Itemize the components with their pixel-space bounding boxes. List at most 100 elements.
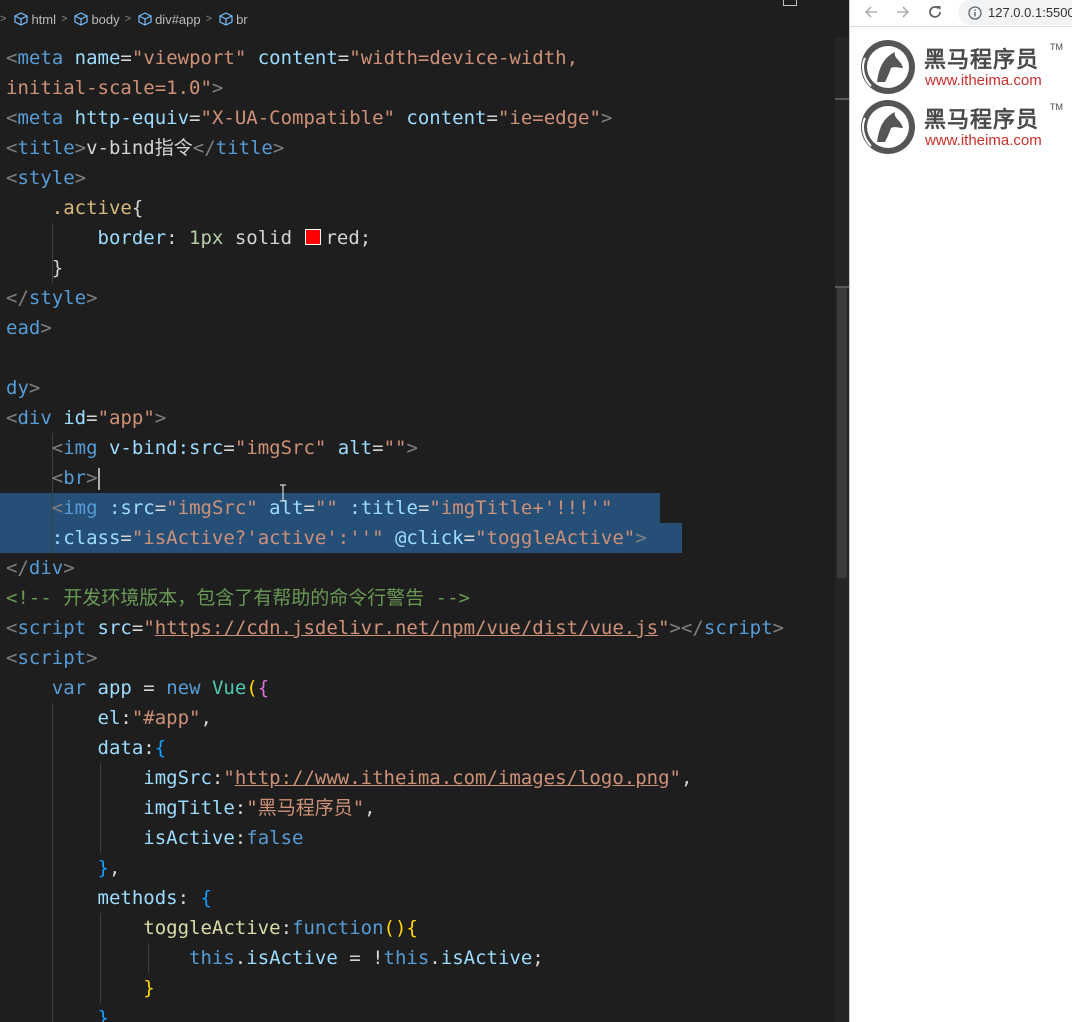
code-line[interactable]: initial-scale=1.0">	[0, 73, 835, 103]
code-line[interactable]: <img :src="imgSrc" alt="" :title="imgTit…	[0, 493, 835, 523]
code-editor[interactable]: > html > body > div#app > br <meta name=…	[0, 0, 849, 1022]
code-token: new	[166, 677, 212, 699]
address-bar[interactable]: 127.0.0.1:5500	[958, 0, 1072, 25]
code-token: >	[154, 407, 167, 429]
code-line-text: </div>	[0, 553, 75, 583]
code-token: >	[86, 647, 98, 669]
code-line[interactable]: </style>	[0, 283, 835, 313]
code-token: >	[28, 377, 41, 399]
symbol-cube-icon	[138, 12, 152, 26]
code-line[interactable]: var app = new Vue({	[0, 673, 835, 703]
logo-url-text: www.itheima.com	[925, 132, 1042, 149]
code-token: isActive	[246, 947, 338, 969]
code-line[interactable]: }	[0, 973, 835, 1003]
breadcrumb-item-br[interactable]: br	[219, 12, 248, 27]
vertical-scrollbar[interactable]	[835, 38, 849, 1022]
code-token: solid	[223, 227, 304, 249]
code-line[interactable]: <title>v-bind指令</title>	[0, 133, 835, 163]
code-token: meta	[17, 47, 75, 69]
code-line[interactable]: <script>	[0, 643, 835, 673]
code-token: }	[97, 1007, 109, 1022]
code-line[interactable]: }	[0, 1003, 835, 1022]
forward-arrow-icon[interactable]	[894, 3, 912, 21]
code-line[interactable]: <meta http-equiv="X-UA-Compatible" conte…	[0, 103, 835, 133]
code-line[interactable]: dy>	[0, 373, 835, 403]
code-line[interactable]: <div id="app">	[0, 403, 835, 433]
code-token: </	[192, 137, 216, 159]
back-arrow-icon[interactable]	[862, 3, 880, 21]
code-line[interactable]: },	[0, 853, 835, 883]
code-line[interactable]: :class="isActive?'active':''" @click="to…	[0, 523, 835, 553]
code-token: :class	[51, 527, 121, 549]
code-line[interactable]: <style>	[0, 163, 835, 193]
code-line[interactable]: imgTitle:"黑马程序员",	[0, 793, 835, 823]
code-line[interactable]: this.isActive = !this.isActive;	[0, 943, 835, 973]
code-line-text: <title>v-bind指令</title>	[0, 133, 284, 163]
code-token: id	[63, 407, 87, 429]
code-token: v-bind:src	[108, 437, 224, 459]
code-line[interactable]: data:{	[0, 733, 835, 763]
code-line[interactable]: methods: {	[0, 883, 835, 913]
color-swatch-icon[interactable]	[305, 229, 322, 245]
code-line[interactable]: <!-- 开发环境版本，包含了有帮助的命令行警告 -->	[0, 583, 835, 613]
code-line[interactable]: }	[0, 253, 835, 283]
code-line[interactable]: <img v-bind:src="imgSrc" alt="">	[0, 433, 835, 463]
split-editor-icon[interactable]	[783, 0, 797, 6]
code-line[interactable]: ead>	[0, 313, 835, 343]
code-line-text: <meta name="viewport" content="width=dev…	[0, 43, 578, 73]
symbol-cube-icon	[14, 12, 29, 26]
code-line[interactable]: <script src="https://cdn.jsdelivr.net/np…	[0, 613, 835, 643]
info-icon[interactable]	[968, 5, 982, 20]
code-line[interactable]: toggleActive:function(){	[0, 913, 835, 943]
itheima-logo-image-active[interactable]: 黑马程序员 TM www.itheima.com	[857, 98, 1063, 156]
code-line[interactable]: el:"#app",	[0, 703, 835, 733]
trademark-mark: TM	[1050, 102, 1063, 112]
code-line[interactable]: </div>	[0, 553, 835, 583]
code-token: <	[6, 617, 18, 639]
code-area[interactable]: <meta name="viewport" content="width=dev…	[0, 43, 835, 1022]
code-token: border	[97, 227, 167, 249]
code-token: "	[658, 617, 670, 639]
code-line-text: <div id="app">	[0, 403, 166, 433]
breadcrumb-item-html[interactable]: html	[14, 12, 56, 27]
code-token: >	[86, 467, 98, 489]
breadcrumb-item-body[interactable]: body	[74, 12, 120, 27]
code-token: meta	[17, 107, 75, 129]
code-token: dy	[6, 377, 29, 399]
code-token: <	[51, 497, 64, 519]
code-token: ,	[364, 797, 376, 819]
code-line-text: <meta http-equiv="X-UA-Compatible" conte…	[0, 103, 612, 133]
code-token: <	[6, 47, 18, 69]
code-line-text: var app = new Vue({	[0, 673, 269, 703]
reload-icon[interactable]	[926, 3, 944, 21]
code-token: :	[211, 767, 224, 789]
code-line[interactable]: imgSrc:"http://www.itheima.com/images/lo…	[0, 763, 835, 793]
scrollbar-thumb[interactable]	[837, 288, 847, 578]
code-token: img	[63, 437, 109, 459]
code-line[interactable]: .active{	[0, 193, 835, 223]
code-token: v-bind指令	[86, 137, 193, 159]
code-token: <	[6, 407, 18, 429]
code-line[interactable]: <br>	[0, 463, 835, 493]
code-token: :	[280, 917, 293, 939]
code-token: "toggleActive"	[475, 527, 636, 549]
code-token: =	[417, 497, 430, 519]
code-line[interactable]: border: 1px solid red;	[0, 223, 835, 253]
code-token: </	[6, 287, 29, 309]
code-line[interactable]: <meta name="viewport" content="width=dev…	[0, 43, 835, 73]
code-token: 1px	[189, 227, 224, 249]
breadcrumb: > html > body > div#app > br	[0, 0, 849, 38]
breadcrumb-item-div-app[interactable]: div#app	[138, 12, 201, 27]
code-line[interactable]	[0, 343, 835, 373]
code-line-text: imgTitle:"黑马程序员",	[0, 793, 376, 823]
code-line[interactable]: isActive:false	[0, 823, 835, 853]
code-token: >	[211, 77, 224, 99]
code-token: script	[17, 617, 98, 639]
code-token: ,	[680, 767, 693, 789]
code-token: style	[28, 287, 87, 309]
